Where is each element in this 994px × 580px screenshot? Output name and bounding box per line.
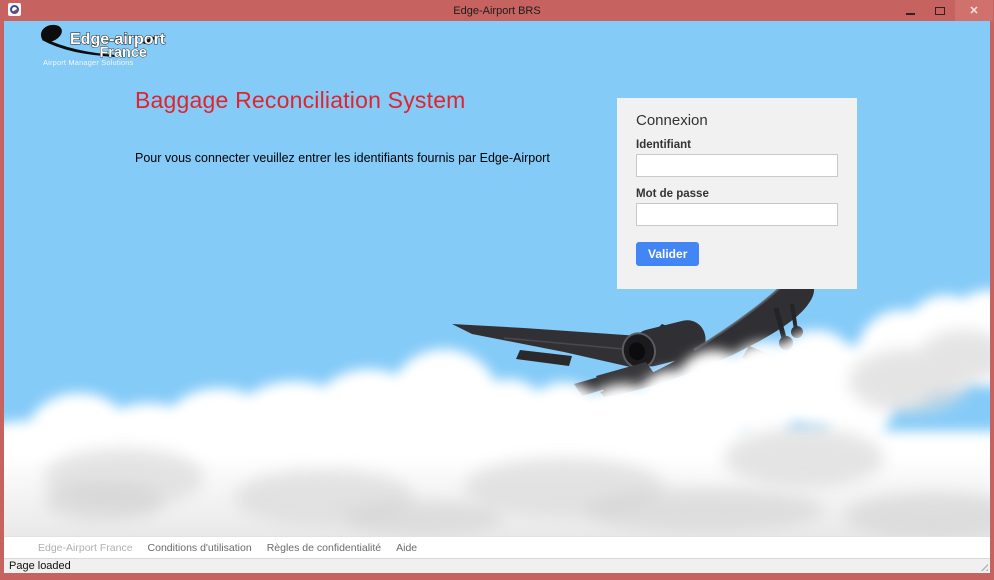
close-button[interactable]: ✕ — [955, 0, 993, 21]
globe-icon — [10, 5, 19, 14]
edge-airport-logo: Edge-airport France Airport Manager Solu… — [34, 23, 194, 73]
status-text: Page loaded — [9, 560, 71, 572]
maximize-icon — [935, 7, 945, 15]
window-controls: ✕ — [895, 0, 993, 21]
brs-app-icon — [8, 3, 21, 16]
minimize-button[interactable] — [895, 0, 925, 21]
title-bar: Edge-Airport BRS ✕ — [0, 0, 994, 21]
maximize-button[interactable] — [925, 0, 955, 21]
footer-link-edge-airport-france[interactable]: Edge-Airport France — [38, 542, 133, 554]
password-input[interactable] — [636, 203, 838, 226]
password-label: Mot de passe — [636, 188, 838, 201]
close-icon: ✕ — [969, 4, 978, 17]
login-panel: Connexion Identifiant Mot de passe Valid… — [617, 98, 857, 289]
footer: Edge-Airport France Conditions d'utilisa… — [4, 536, 990, 558]
page-title: Baggage Reconciliation System — [135, 87, 466, 114]
resize-grip[interactable] — [978, 561, 988, 571]
username-label: Identifiant — [636, 139, 838, 152]
login-instruction: Pour vous connecter veuillez entrer les … — [135, 151, 550, 165]
footer-link-conditions[interactable]: Conditions d'utilisation — [148, 542, 252, 554]
login-panel-title: Connexion — [636, 112, 838, 130]
username-input[interactable] — [636, 154, 838, 177]
footer-link-confidentialite[interactable]: Règles de confidentialité — [267, 542, 381, 554]
svg-text:Airport Manager Solutions: Airport Manager Solutions — [43, 58, 134, 67]
minimize-icon — [906, 13, 915, 15]
app-window: Edge-Airport BRS ✕ — [0, 0, 994, 580]
clouds-airplane-image — [4, 246, 990, 536]
footer-link-aide[interactable]: Aide — [396, 542, 417, 554]
window-title: Edge-Airport BRS — [0, 5, 994, 17]
main-content: Edge-airport France Airport Manager Solu… — [4, 21, 990, 536]
status-bar: Page loaded — [4, 558, 990, 573]
submit-button[interactable]: Valider — [636, 242, 699, 266]
